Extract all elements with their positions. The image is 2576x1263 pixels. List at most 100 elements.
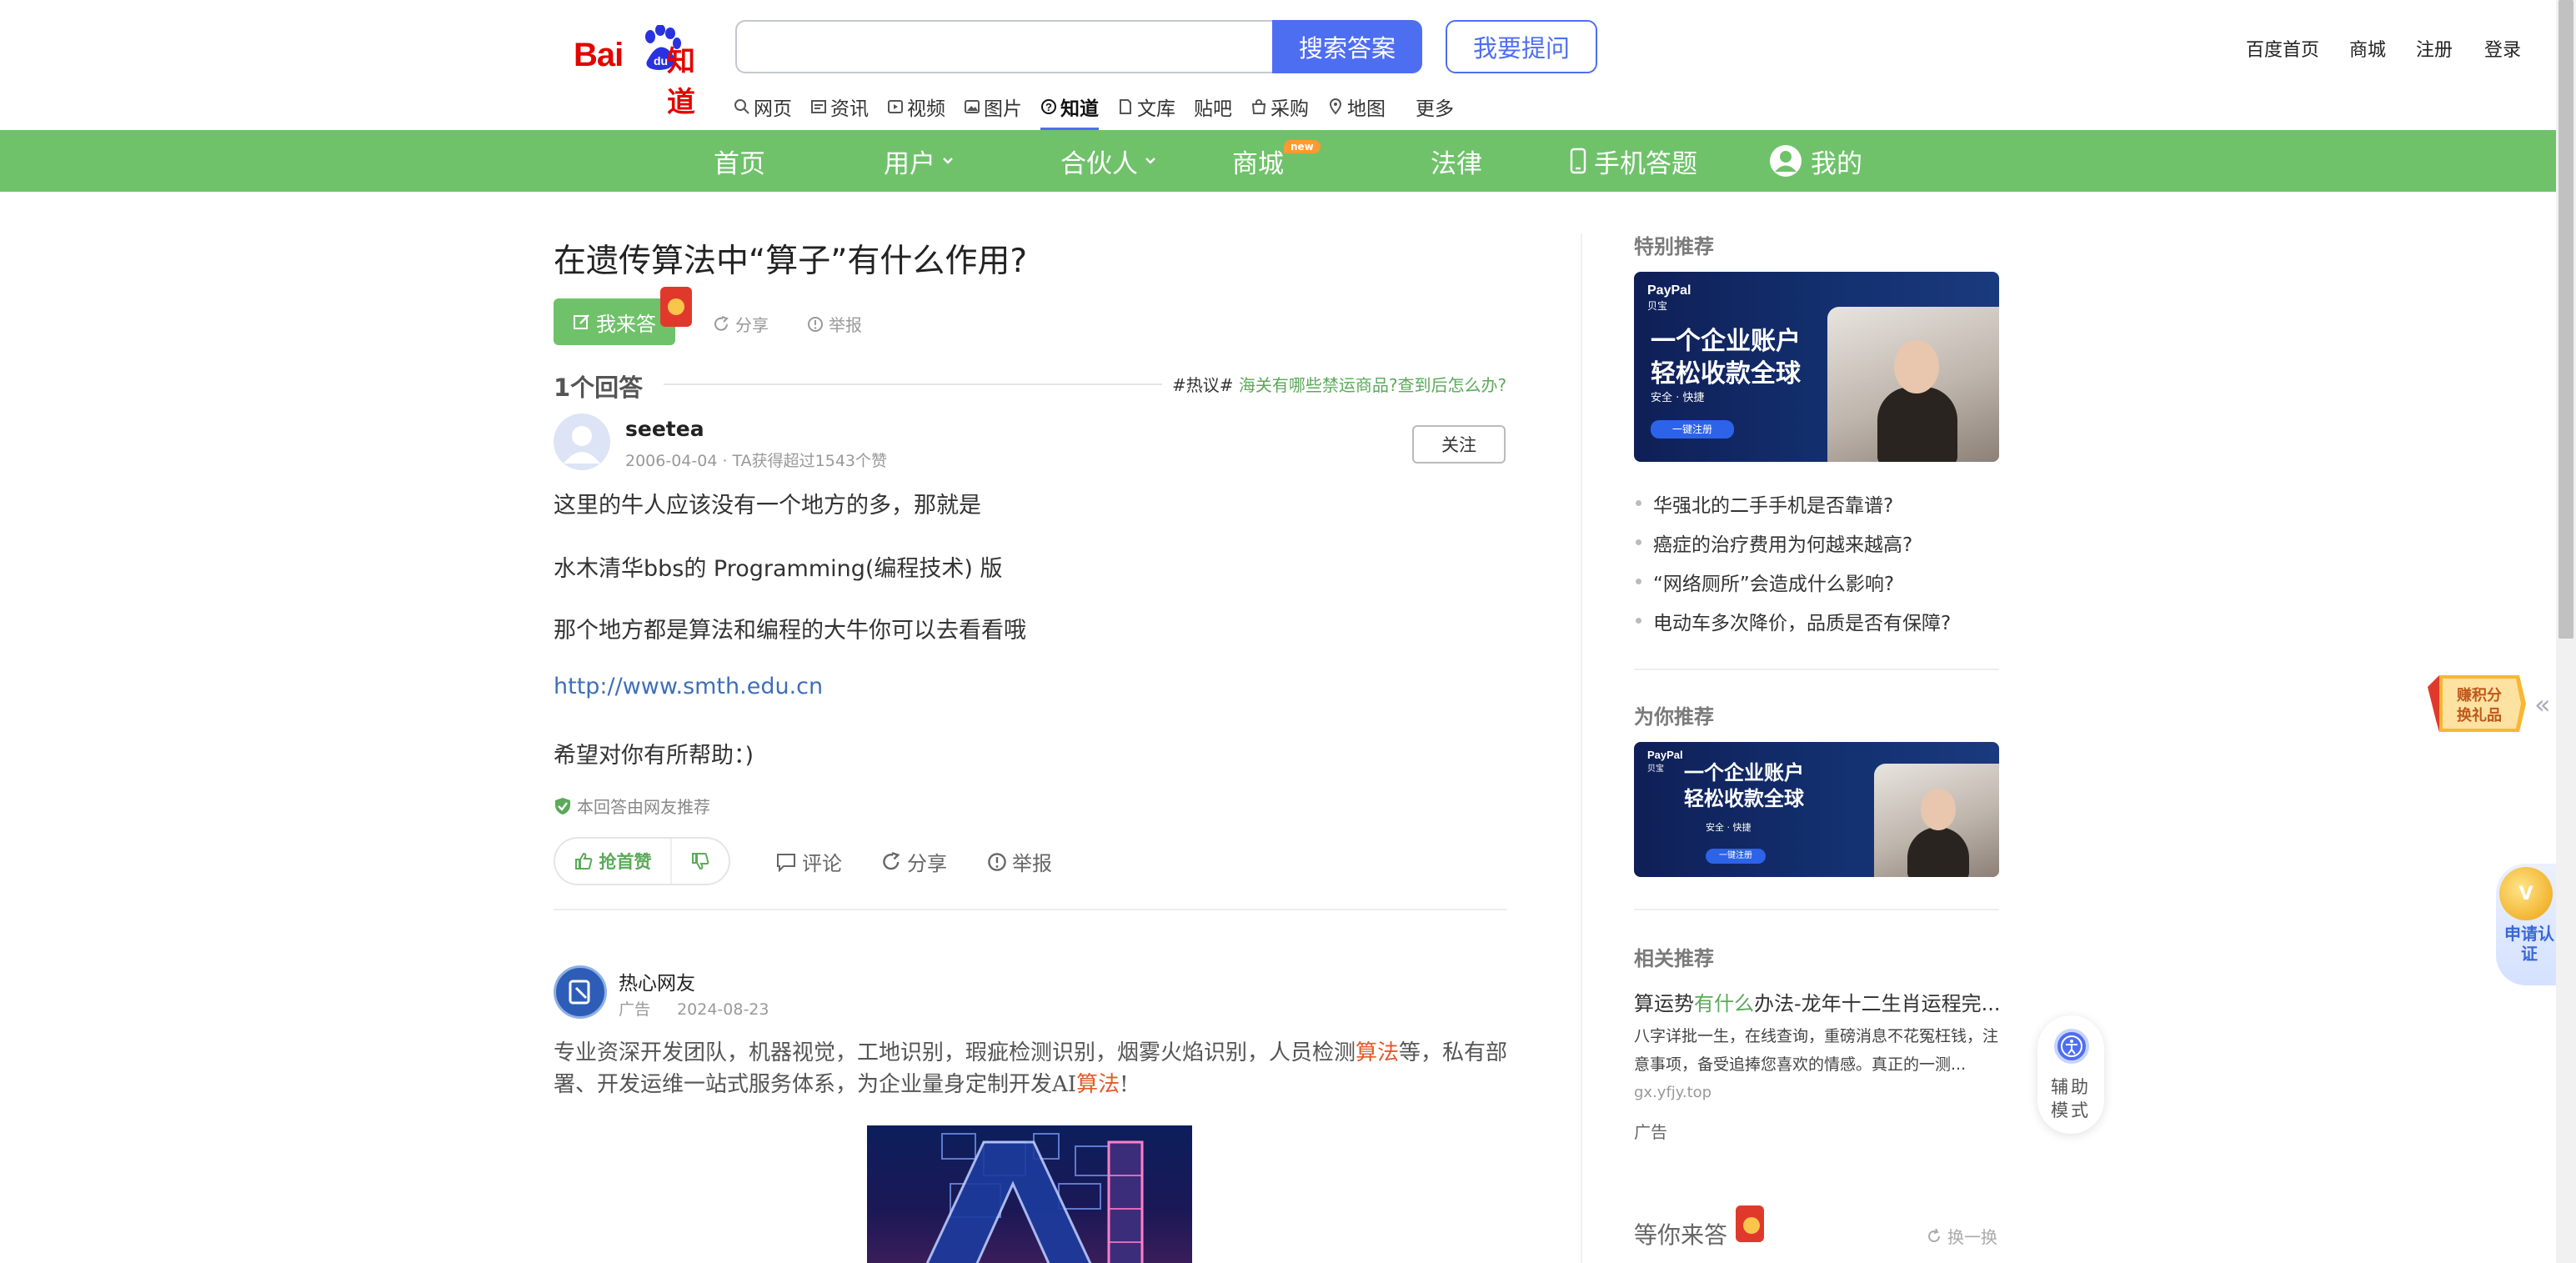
v-coin-icon: V [2499, 867, 2553, 920]
refresh-icon [1928, 1228, 1940, 1242]
product-subnav: 网页 资讯 视频 图片 ? 知道 文库 贴吧 采购 地图 更多 [734, 90, 1472, 130]
answer-link[interactable]: http://www.smth.edu.cn [554, 674, 823, 699]
svg-text:?: ? [1045, 101, 1052, 113]
mall-link[interactable]: 商城 [2349, 35, 2386, 62]
earn-points-widget[interactable]: 赚积分 换礼品 [2428, 670, 2529, 737]
subnav-web[interactable]: 网页 [734, 90, 792, 123]
assist-mode-label[interactable]: 辅助模式 [2042, 1075, 2099, 1122]
list-item[interactable]: “网络厕所”会造成什么影响? [1636, 562, 1951, 601]
list-item[interactable]: 电动车多次降价，品质是否有保障? [1636, 601, 1951, 640]
thumbs-up-icon [574, 852, 592, 870]
ad-meta: 广告 2024-08-23 [619, 997, 769, 1020]
ad-text[interactable]: 专业资深开发团队，机器视觉，工地识别，瑕疵检测识别，烟雾火焰识别，人员检测算法等… [554, 1037, 1514, 1100]
nav-home[interactable]: 首页 [714, 130, 765, 192]
answer-share-button[interactable]: 分享 [882, 847, 947, 876]
ad-image[interactable] [867, 1125, 1192, 1263]
for-you-heading: 为你推荐 [1634, 705, 1714, 729]
upvote-button[interactable]: 抢首赞 [555, 839, 672, 884]
related-heading: 相关推荐 [1634, 947, 1714, 970]
hot-topic[interactable]: #热议# 海关有哪些禁运商品?查到后怎么办? [1172, 372, 1506, 396]
subnav-video[interactable]: 视频 [887, 90, 945, 123]
nav-users[interactable]: 用户 [884, 130, 954, 192]
subnav-news[interactable]: 资讯 [810, 90, 869, 123]
question-title: 在遗传算法中“算子”有什么作用? [554, 243, 1028, 280]
subnav-tieba[interactable]: 贴吧 [1194, 90, 1232, 123]
ad-tag: 广告 [1634, 1122, 1667, 1142]
video-icon [888, 100, 903, 113]
share-icon [883, 851, 900, 870]
paypal-ad-banner-small[interactable]: PayPal 贝宝 一个企业账户 轻松收款全球 安全 · 快捷 一键注册 [1634, 742, 1999, 877]
answer-report-button[interactable]: 举报 [987, 847, 1052, 876]
comment-button[interactable]: 评论 [775, 847, 842, 876]
nav-mine[interactable]: 我的 [1769, 130, 1862, 192]
shopping-bag-icon [1251, 99, 1266, 114]
subnav-more[interactable]: 更多 [1416, 90, 1454, 123]
answer-question-button[interactable]: 我来答 [554, 298, 675, 345]
baidu-zhidao-logo[interactable]: Bai du 知道 [574, 25, 717, 119]
nav-partners[interactable]: 合伙人 [1060, 130, 1156, 192]
user-avatar-icon [1770, 145, 1802, 177]
search-answers-button[interactable]: 搜索答案 [1272, 20, 1422, 73]
chevron-down-icon [1145, 158, 1155, 164]
answer-paragraph: 那个地方都是算法和编程的大牛你可以去看看哦 [554, 618, 1026, 644]
ask-question-button[interactable]: 我要提问 [1446, 20, 1597, 73]
sidebar-divider [1581, 233, 1582, 1263]
hot-topic-link[interactable]: 海关有哪些禁运商品?查到后怎么办? [1239, 375, 1506, 395]
list-item[interactable]: 癌症的治疗费用为何越来越高? [1636, 523, 1951, 562]
question-share-button[interactable]: 分享 [714, 312, 769, 336]
question-report-button[interactable]: 举报 [807, 312, 862, 336]
baidu-home-link[interactable]: 百度首页 [2246, 35, 2319, 62]
ad-tag: 广告 [619, 1000, 651, 1019]
collapse-chevron-icon[interactable]: « [2534, 689, 2551, 720]
scrollbar-thumb[interactable] [2558, 0, 2573, 639]
list-item[interactable]: 华强北的二手手机是否靠谱? [1636, 484, 1951, 523]
nav-mobile-answer[interactable]: 手机答题 [1569, 130, 1697, 192]
answer-meta: 2006-04-04 · TA获得超过1543个赞 [625, 452, 888, 470]
svg-text:du: du [654, 54, 668, 68]
vote-box: 抢首赞 [554, 837, 730, 885]
default-user-icon [564, 426, 600, 464]
search-input[interactable] [735, 20, 1274, 73]
nav-law[interactable]: 法律 [1431, 130, 1482, 192]
svg-text:换礼品: 换礼品 [2457, 706, 2502, 724]
subnav-wenku[interactable]: 文库 [1117, 90, 1175, 123]
downvote-button[interactable] [672, 852, 729, 870]
register-link[interactable]: 注册 [2416, 35, 2453, 62]
hot-question-list: 华强北的二手手机是否靠谱? 癌症的治疗费用为何越来越高? “网络厕所”会造成什么… [1636, 484, 1951, 640]
search-icon [734, 99, 749, 114]
report-icon [808, 316, 823, 332]
divider [554, 909, 1507, 910]
subnav-images[interactable]: 图片 [964, 90, 1022, 123]
nav-mall[interactable]: 商城 new [1232, 130, 1321, 192]
recommend-note: 本回答由网友推荐 [554, 794, 710, 818]
ad-user-icon [569, 980, 590, 1005]
divider [664, 383, 1162, 385]
thumbs-down-icon [692, 853, 709, 870]
ad-avatar[interactable] [554, 965, 607, 1019]
avatar[interactable] [554, 413, 610, 470]
map-pin-icon [1329, 98, 1342, 115]
related-item-title[interactable]: 算运势有什么办法-龙年十二生肖运程完... [1634, 987, 2001, 1016]
subnav-purchase[interactable]: 采购 [1250, 90, 1309, 123]
subnav-zhidao[interactable]: ? 知道 [1040, 90, 1099, 130]
login-link[interactable]: 登录 [2484, 35, 2521, 62]
answer-paragraph: 希望对你有所帮助：) [554, 743, 754, 769]
news-icon [811, 100, 826, 113]
refresh-button[interactable]: 换一换 [1926, 1224, 1997, 1248]
answer-username[interactable]: seetea [625, 417, 704, 441]
ai-graphic [925, 1133, 1144, 1263]
answer-paragraph: 水木清华bbs的 Programming(编程技术) 版 [554, 556, 1003, 582]
chevron-down-icon [943, 158, 953, 164]
answers-count: 1个回答 [554, 373, 644, 402]
follow-button[interactable]: 关注 [1412, 425, 1506, 464]
paypal-ad-banner[interactable]: PayPal 贝宝 一个企业账户 轻松收款全球 安全 · 快捷 一键注册 [1634, 272, 1999, 462]
new-badge: new [1284, 140, 1321, 153]
ad-cta-button[interactable]: 一键注册 [1651, 420, 1734, 439]
answer-paragraph: 这里的牛人应该没有一个地方的多，那就是 [554, 493, 981, 519]
ad-author-name[interactable]: 热心网友 [619, 967, 695, 995]
ad-cta-button[interactable]: 一键注册 [1706, 849, 1766, 864]
apply-certification-label[interactable]: 申请认证 [2504, 924, 2554, 964]
subnav-map[interactable]: 地图 [1327, 90, 1386, 123]
mobile-phone-icon [1570, 148, 1586, 174]
divider [1634, 909, 1999, 910]
